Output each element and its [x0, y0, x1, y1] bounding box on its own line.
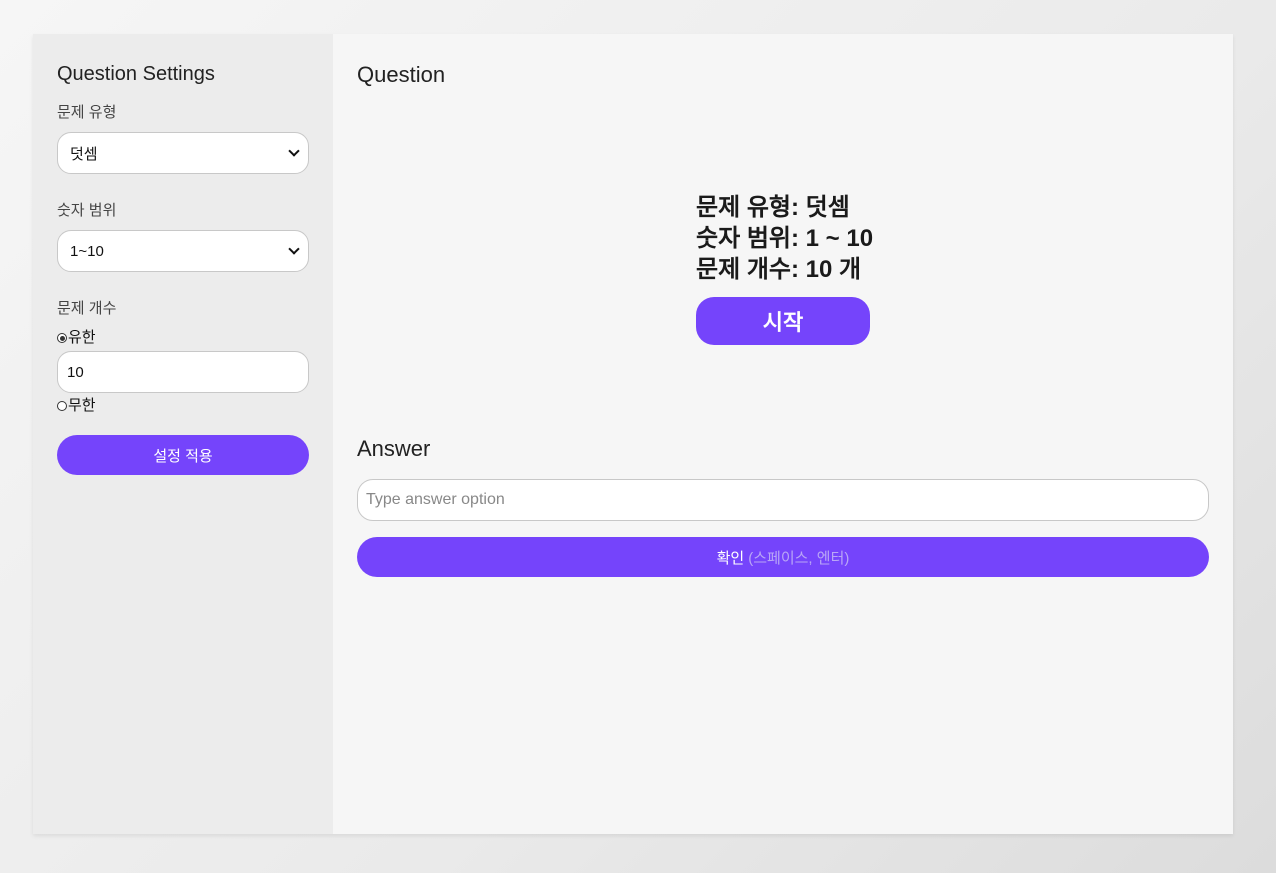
question-summary: 문제 유형: 덧셈 숫자 범위: 1 ~ 10 문제 개수: 10 개 시작	[696, 192, 876, 345]
settings-sidebar: Question Settings 문제 유형 덧셈 숫자 범위 1~10 문제…	[33, 34, 333, 834]
chevron-down-icon	[288, 145, 300, 157]
number-range-label: 숫자 범위	[57, 202, 117, 219]
answer-heading: Answer	[357, 436, 431, 461]
confirm-button[interactable]: 확인 (스페이스, 엔터)	[357, 537, 1209, 577]
summary-type: 문제 유형: 덧셈	[696, 194, 850, 221]
question-type-label: 문제 유형	[57, 104, 117, 121]
question-count-value: 10	[67, 363, 84, 381]
answer-section: Answer Type answer option 확인 (스페이스, 엔터)	[357, 436, 1209, 577]
app-window: Question Settings 문제 유형 덧셈 숫자 범위 1~10 문제…	[33, 34, 1233, 834]
number-range-value: 1~10	[70, 242, 104, 260]
question-count-input[interactable]: 10	[57, 351, 309, 393]
finite-radio-row[interactable]: 유한	[57, 328, 309, 348]
settings-title: Question Settings	[57, 63, 215, 85]
number-range-select[interactable]: 1~10	[57, 230, 309, 272]
question-heading: Question	[357, 62, 446, 87]
answer-input[interactable]: Type answer option	[357, 479, 1209, 521]
answer-placeholder: Type answer option	[366, 491, 505, 508]
finite-label: 유한	[68, 329, 96, 346]
confirm-label: 확인	[716, 549, 745, 567]
question-count-label: 문제 개수	[57, 300, 117, 317]
question-type-value: 덧셈	[70, 145, 98, 163]
start-button[interactable]: 시작	[696, 297, 870, 345]
infinite-label: 무한	[68, 397, 96, 414]
main-panel: Question 문제 유형: 덧셈 숫자 범위: 1 ~ 10 문제 개수: …	[333, 34, 1233, 834]
summary-range: 숫자 범위: 1 ~ 10	[696, 225, 874, 252]
infinite-radio[interactable]	[57, 401, 67, 411]
summary-count: 문제 개수: 10 개	[696, 256, 862, 283]
apply-settings-button[interactable]: 설정 적용	[57, 435, 309, 475]
question-type-select[interactable]: 덧셈	[57, 132, 309, 174]
chevron-down-icon	[288, 243, 300, 255]
finite-radio[interactable]	[57, 333, 67, 343]
infinite-radio-row[interactable]: 무한	[57, 396, 309, 416]
confirm-shortcut-hint: (스페이스, 엔터)	[748, 549, 850, 567]
